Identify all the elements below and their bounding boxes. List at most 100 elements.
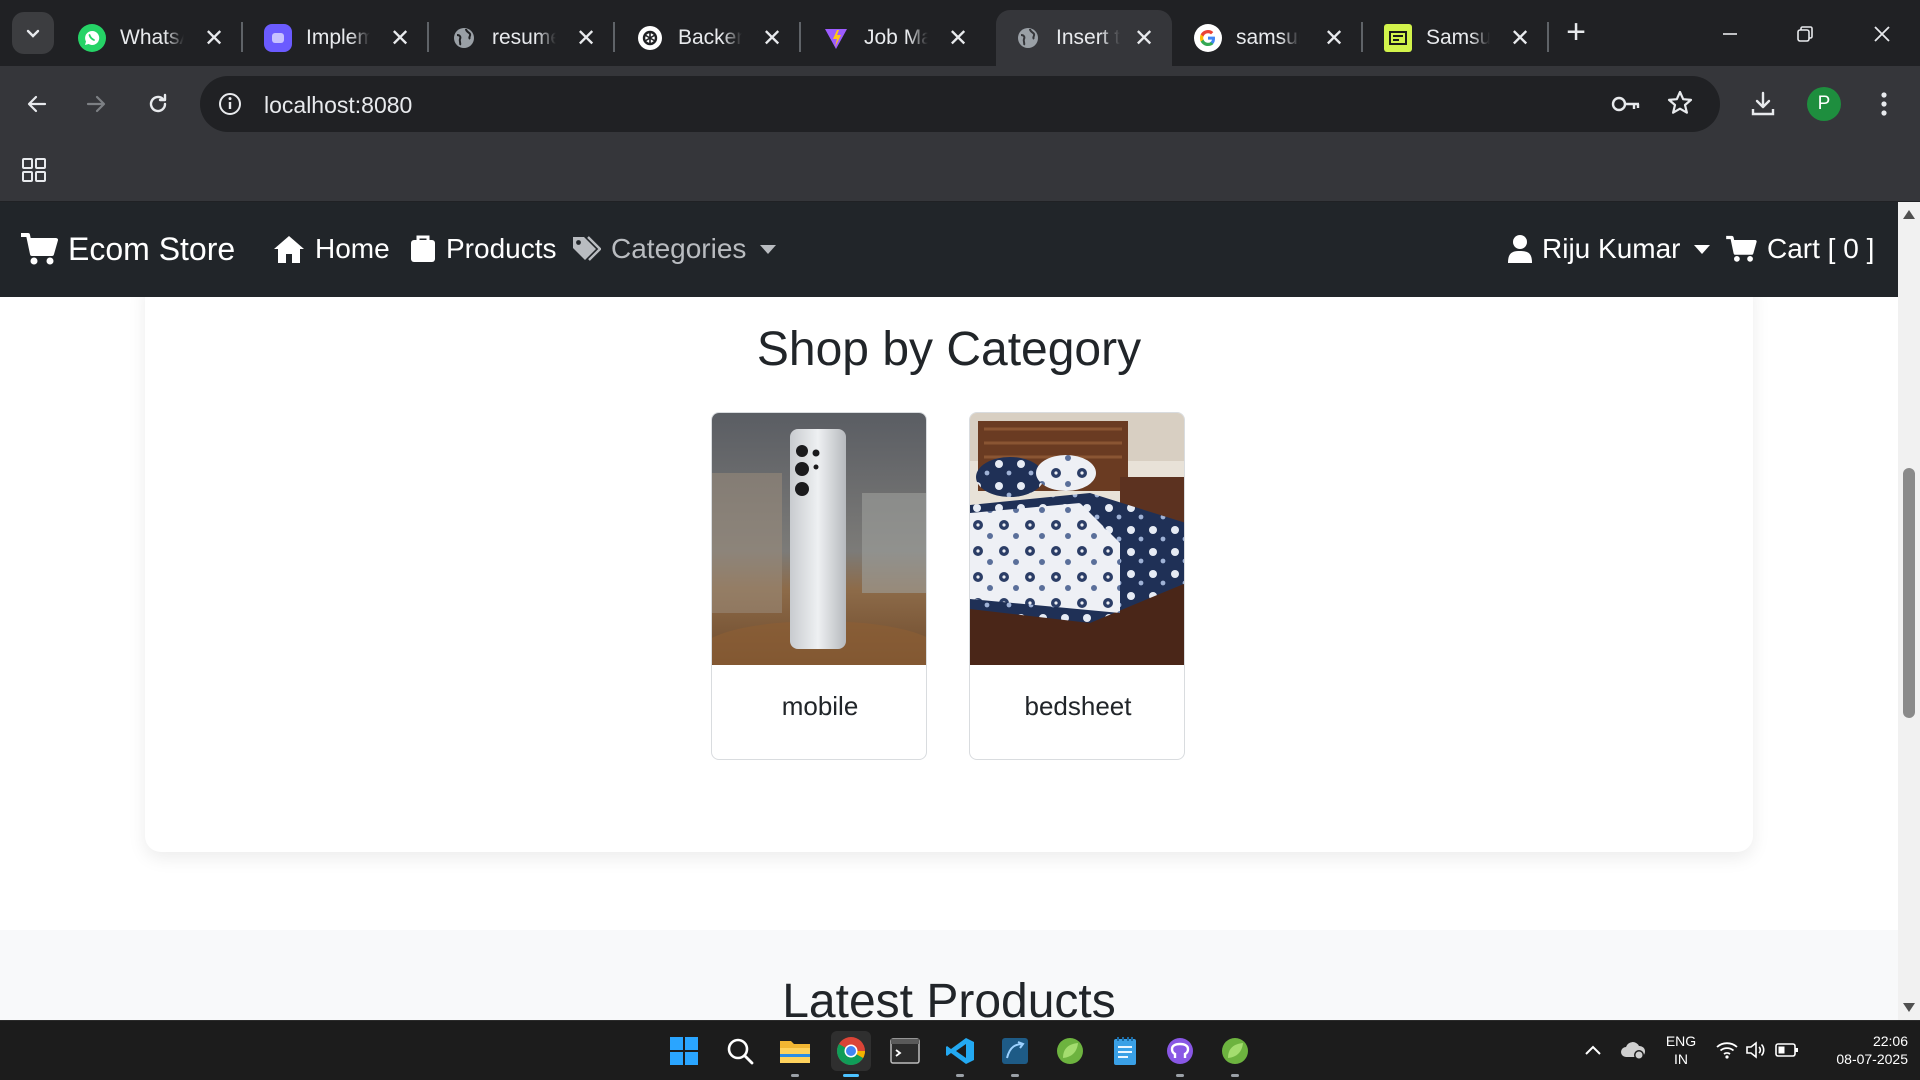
latest-products-section: Latest Products bbox=[0, 930, 1898, 1020]
new-tab-button[interactable]: + bbox=[1560, 15, 1592, 50]
category-card-mobile[interactable]: mobile bbox=[711, 412, 927, 760]
whatsapp-icon bbox=[78, 24, 106, 52]
tags-icon bbox=[573, 236, 601, 261]
url-text[interactable]: localhost:8080 bbox=[264, 92, 412, 119]
clock[interactable]: 22:06 08-07-2025 bbox=[1812, 1032, 1908, 1068]
restore-icon bbox=[1797, 26, 1813, 42]
browser-tabstrip: WhatsApp ✕ Implement ✕ resume ✕ Backend … bbox=[0, 0, 1920, 66]
site-info-icon[interactable] bbox=[216, 90, 244, 118]
tab-insert-title[interactable]: Insert title ✕ bbox=[996, 10, 1172, 66]
taskbar-search-button[interactable] bbox=[720, 1031, 760, 1071]
tab-title: WhatsApp bbox=[120, 26, 184, 49]
nav-cart-label: Cart [ 0 ] bbox=[1767, 233, 1875, 264]
more-vertical-icon bbox=[1881, 92, 1887, 116]
restore-button[interactable] bbox=[1775, 14, 1835, 54]
scrollbar-thumb[interactable] bbox=[1903, 468, 1915, 718]
caret-down-icon bbox=[1694, 244, 1711, 254]
running-indicator bbox=[1231, 1074, 1239, 1077]
chevron-down-icon bbox=[26, 29, 40, 38]
tab-samsung-zdnet[interactable]: Samsung ✕ bbox=[1366, 10, 1549, 66]
browser-menu-button[interactable] bbox=[1864, 84, 1904, 124]
taskbar-spring-tools[interactable] bbox=[1050, 1031, 1090, 1071]
terminal-icon bbox=[890, 1038, 920, 1064]
tab-backend[interactable]: Backend ✕ bbox=[618, 10, 801, 66]
site-navbar: Ecom Store Home Products Categories Riju… bbox=[0, 202, 1898, 297]
shopping-cart-icon bbox=[1726, 235, 1757, 262]
tab-implement[interactable]: Implement ✕ bbox=[246, 10, 429, 66]
folder-icon bbox=[780, 1041, 810, 1063]
tab-job-match[interactable]: Job Match ✕ bbox=[804, 10, 986, 66]
nav-user-label: Riju Kumar bbox=[1542, 233, 1681, 264]
arrow-right-icon bbox=[86, 95, 106, 113]
taskbar-spring-tools-2[interactable] bbox=[1215, 1031, 1255, 1077]
taskbar-github-desktop[interactable] bbox=[1160, 1031, 1200, 1077]
address-bar[interactable]: localhost:8080 bbox=[200, 76, 1720, 132]
spring-leaf-icon bbox=[1222, 1038, 1248, 1064]
back-button[interactable] bbox=[17, 84, 57, 124]
tab-resume[interactable]: resume ✕ bbox=[432, 10, 615, 66]
running-indicator bbox=[1011, 1074, 1019, 1077]
close-window-button[interactable] bbox=[1852, 14, 1912, 54]
close-icon[interactable]: ✕ bbox=[944, 24, 972, 52]
close-icon[interactable]: ✕ bbox=[386, 24, 414, 52]
close-icon[interactable]: ✕ bbox=[1130, 24, 1158, 52]
tab-samsung-search[interactable]: samsung ✕ bbox=[1176, 10, 1363, 66]
clock-date: 08-07-2025 bbox=[1836, 1051, 1908, 1067]
taskbar-chrome[interactable] bbox=[831, 1031, 871, 1077]
scroll-down-arrow-icon[interactable] bbox=[1902, 1002, 1916, 1014]
apps-grid-icon[interactable] bbox=[20, 156, 48, 184]
onedrive-cloud-icon[interactable] bbox=[1620, 1039, 1646, 1061]
tab-title: samsung bbox=[1236, 26, 1300, 49]
tray-overflow-chevron-icon[interactable] bbox=[1584, 1043, 1602, 1057]
home-icon bbox=[274, 236, 304, 263]
tab-separator bbox=[427, 22, 429, 52]
downloads-button[interactable] bbox=[1743, 84, 1783, 124]
close-icon[interactable]: ✕ bbox=[758, 24, 786, 52]
tab-whatsapp[interactable]: WhatsApp ✕ bbox=[60, 10, 243, 66]
close-icon[interactable]: ✕ bbox=[572, 24, 600, 52]
nav-user-dropdown[interactable]: Riju Kumar bbox=[1508, 226, 1711, 272]
category-card-bedsheet[interactable]: bedsheet bbox=[969, 412, 1185, 760]
tab-title: Job Match bbox=[864, 26, 928, 49]
taskbar-terminal[interactable] bbox=[885, 1031, 925, 1071]
google-icon bbox=[1194, 24, 1222, 52]
page-scrollbar[interactable] bbox=[1898, 202, 1920, 1020]
battery-icon[interactable] bbox=[1775, 1042, 1799, 1058]
nav-categories-dropdown[interactable]: Categories bbox=[571, 226, 777, 272]
category-image-mobile bbox=[712, 413, 926, 665]
clock-time: 22:06 bbox=[1872, 1033, 1908, 1049]
nav-products[interactable]: Products bbox=[410, 226, 557, 272]
windows-logo-icon bbox=[670, 1037, 698, 1065]
bookmark-star-icon[interactable] bbox=[1666, 89, 1694, 117]
password-key-icon[interactable] bbox=[1610, 90, 1642, 118]
taskbar-mysql[interactable] bbox=[995, 1031, 1035, 1077]
forward-button[interactable] bbox=[76, 84, 116, 124]
volume-icon[interactable] bbox=[1745, 1041, 1767, 1059]
wifi-icon[interactable] bbox=[1716, 1041, 1738, 1059]
start-button[interactable] bbox=[664, 1031, 704, 1071]
nav-cart[interactable]: Cart [ 0 ] bbox=[1725, 226, 1874, 272]
close-icon[interactable]: ✕ bbox=[200, 24, 228, 52]
tab-title: Samsung bbox=[1426, 26, 1490, 49]
tab-title: Backend bbox=[678, 26, 742, 49]
reload-button[interactable] bbox=[138, 84, 178, 124]
taskbar-notepad[interactable] bbox=[1105, 1031, 1145, 1071]
github-icon bbox=[1167, 1038, 1193, 1064]
tab-search-button[interactable] bbox=[12, 12, 54, 54]
close-icon[interactable]: ✕ bbox=[1506, 24, 1534, 52]
taskbar-file-explorer[interactable] bbox=[775, 1031, 815, 1077]
nav-home[interactable]: Home bbox=[273, 226, 390, 272]
language-indicator[interactable]: ENG IN bbox=[1660, 1032, 1702, 1068]
minimize-button[interactable] bbox=[1700, 14, 1760, 54]
taskbar-vscode[interactable] bbox=[940, 1031, 980, 1077]
brand-link[interactable]: Ecom Store bbox=[20, 226, 235, 272]
nav-home-label: Home bbox=[315, 233, 390, 264]
running-indicator bbox=[843, 1074, 859, 1077]
close-icon[interactable]: ✕ bbox=[1320, 24, 1348, 52]
tab-separator bbox=[799, 22, 801, 52]
profile-button[interactable]: P bbox=[1804, 84, 1844, 124]
running-indicator bbox=[1176, 1074, 1184, 1077]
globe-icon bbox=[1014, 24, 1042, 52]
scroll-up-arrow-icon[interactable] bbox=[1902, 208, 1916, 220]
category-image-bedsheet bbox=[970, 413, 1184, 665]
